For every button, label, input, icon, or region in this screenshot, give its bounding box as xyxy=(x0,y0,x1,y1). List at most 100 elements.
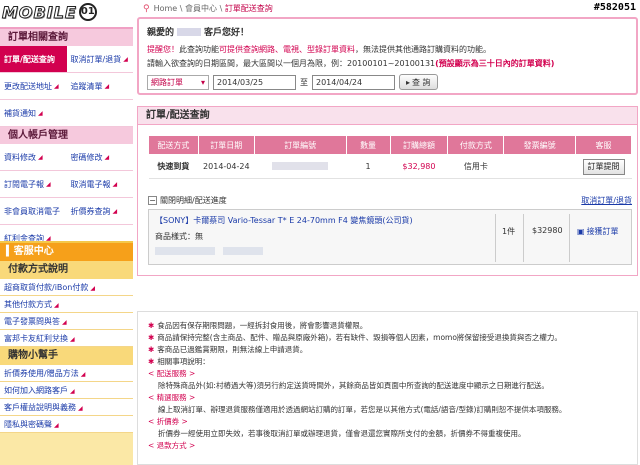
table-header-row: 配送方式 訂單日期 訂單編號 數量 訂購總額 付款方式 發票編號 客服 xyxy=(148,135,632,155)
menu-row: 補貨通知 ◢ xyxy=(0,100,133,127)
date-to-label: 至 xyxy=(300,77,308,87)
arrow-icon: ◢ xyxy=(38,153,43,161)
notice-panel: ✱ 食品因有保存期限問題，一經拆封食用後，將會影響退貨權限。 ✱ 商品請保持完整(含… xyxy=(137,311,638,465)
asterisk-icon: ✱ xyxy=(148,345,155,354)
order-section-title: 訂單相關查詢 xyxy=(0,29,133,46)
arrow-icon: ◢ xyxy=(104,82,110,90)
notice-body: 除特殊商品外(如:村樁過大等)須另行約定送貨時間外，其餘商品皆如頁面中所查詢的配… xyxy=(158,381,549,390)
date-range-note: 請輸入欲查詢的日期區間，最大區間以一個月為限，例：20100101~201001… xyxy=(147,59,555,68)
order-detail: 【SONY】卡爾蔡司 Vario-Tessar T* E 24-70mm F4 … xyxy=(148,209,632,265)
detail-price: $32980 xyxy=(532,226,563,235)
col-ship: 配送方式 xyxy=(148,135,199,155)
breadcrumb-member[interactable]: 會員中心 xyxy=(185,3,217,14)
asterisk-icon: ✱ xyxy=(148,357,155,366)
reminder-note: 提醒您！此查詢功能可提供查詢網路、電視、型錄訂單資料，無法提供其他通路訂購資料的… xyxy=(147,45,491,54)
sidebar-item-change-address[interactable]: 更改配送地址 ◢ xyxy=(0,73,67,99)
sidebar-item-order-tracking[interactable]: 訂單/配送查詢 xyxy=(0,46,67,72)
sidebar-item-change-password[interactable]: 密碼修改 ◢ xyxy=(67,144,134,170)
table-row: 快速到貨 2014-04-24 1 $32,980 信用卡 訂單提問 xyxy=(148,154,632,179)
arrow-icon: ◢ xyxy=(54,422,59,429)
orders-table: 配送方式 訂單日期 訂單編號 數量 訂購總額 付款方式 發票編號 客服 快速到貨… xyxy=(148,135,632,179)
notice-body: 線上取消訂單、辦理退貨服務僅適用於透過網站訂購的訂單，若您是以其他方式(電話/語… xyxy=(158,405,567,414)
sidebar-item-edit-profile[interactable]: 資料修改 ◢ xyxy=(0,144,67,170)
notice-subheading: < 配送服務 > xyxy=(148,369,196,378)
sidebar-item-payment-1[interactable]: 其他付款方式 ◢ xyxy=(0,296,133,313)
col-total: 訂購總額 xyxy=(389,135,449,155)
orders-title: 訂單/配送查詢 xyxy=(138,107,637,125)
sidebar-item-payment-2[interactable]: 電子發票問與答 ◢ xyxy=(0,313,133,330)
col-order-no: 訂單編號 xyxy=(253,135,347,155)
menu-row: 非會員取消電子 折價券查詢 ◢ xyxy=(0,198,133,225)
menu-row: 更改配送地址 ◢ 追蹤清單 ◢ xyxy=(0,73,133,100)
arrow-icon: ◢ xyxy=(70,388,75,395)
order-question-button[interactable]: 訂單提問 xyxy=(582,158,625,175)
mobile01-logo[interactable]: MOBILE 01 xyxy=(2,2,130,22)
arrow-icon: ◢ xyxy=(80,371,86,378)
notice-line: ✱ 相關事項說明： xyxy=(148,357,210,366)
status-icon: ▣ xyxy=(577,227,585,236)
ship-method: 快速到貨 xyxy=(157,162,190,171)
sidebar-item-subscribe-newsletter[interactable]: 訂閱電子報 ◢ xyxy=(0,171,67,197)
redacted-order-no xyxy=(272,161,329,170)
product-link[interactable]: 【SONY】卡爾蔡司 Vario-Tessar T* E 24-70mm F4 … xyxy=(155,215,413,226)
sidebar-item-helper-2[interactable]: 客戶權益說明與義務 ◢ xyxy=(0,399,133,416)
order-date: 2014-04-24 xyxy=(198,154,255,179)
sidebar-item-helper-3[interactable]: 隱私與密碼聲 ◢ xyxy=(0,416,133,433)
breadcrumb: ⚲ Home \ 會員中心 \ 訂單配送查詢 xyxy=(143,3,273,14)
sidebar-item-helper-0[interactable]: 折價券使用/贈品方法 ◢ xyxy=(0,365,133,382)
arrow-icon: ◢ xyxy=(38,109,43,117)
breadcrumb-home[interactable]: Home xyxy=(154,4,178,13)
location-pin-icon: ⚲ xyxy=(143,3,150,14)
asterisk-icon: ✱ xyxy=(148,321,155,330)
query-panel: 親愛的 客戶您好！ 提醒您！此查詢功能可提供查詢網路、電視、型錄訂單資料，無法提供… xyxy=(137,17,638,95)
date-to-input[interactable]: 2014/04/24 xyxy=(312,74,395,90)
arrow-icon: ◢ xyxy=(112,180,118,188)
menu-row: 資料修改 ◢ 密碼修改 ◢ xyxy=(0,144,133,171)
sidebar: MOBILE 01 訂單相關查詢 訂單/配送查詢 取消訂單/退貨 ◢ 更改配送地址… xyxy=(0,0,133,465)
order-type-select[interactable]: 網路訂單 ▾ xyxy=(147,74,209,90)
notice-line: ✱ 食品因有保存期限問題，一經拆封食用後，將會影響退貨權限。 xyxy=(148,321,368,330)
col-date: 訂單日期 xyxy=(197,135,255,155)
cancel-return-link[interactable]: 取消訂單/退貨 xyxy=(581,195,632,206)
sidebar-item-nonmember-unsubscribe[interactable]: 非會員取消電子 xyxy=(0,198,67,224)
sidebar-item-payment-0[interactable]: 超商取貨付款/iBon付款 ◢ xyxy=(0,279,133,296)
arrow-icon: ◢ xyxy=(46,180,51,188)
sidebar-item-helper-1[interactable]: 如何加入網路客戶 ◢ xyxy=(0,382,133,399)
redacted-name xyxy=(177,27,202,36)
payment-method: 信用卡 xyxy=(447,154,504,179)
search-icon: ▸ xyxy=(406,77,411,87)
detail-toggle[interactable]: − 關閉明細/配送進度 xyxy=(148,195,227,206)
chevron-down-icon: ▾ xyxy=(200,77,205,87)
arrow-icon: ◢ xyxy=(123,55,128,63)
sidebar-item-tracking-list[interactable]: 追蹤清單 ◢ xyxy=(67,73,134,99)
col-invoice: 發票編號 xyxy=(503,135,577,155)
date-from-input[interactable]: 2014/03/25 xyxy=(213,74,296,90)
order-status-link[interactable]: ▣ 接獲訂單 xyxy=(577,226,619,237)
asterisk-icon: ✱ xyxy=(148,333,155,342)
menu-row: 訂單/配送查詢 取消訂單/退貨 ◢ xyxy=(0,46,133,73)
arrow-icon: ◢ xyxy=(78,405,83,412)
orders-panel: 訂單/配送查詢 配送方式 訂單日期 訂單編號 數量 訂購總額 付款方式 發票編號… xyxy=(137,106,638,276)
sidebar-item-unsubscribe-newsletter[interactable]: 取消電子報 ◢ xyxy=(67,171,134,197)
account-section-title: 個人帳戶管理 xyxy=(0,127,133,144)
sidebar-item-payment-3[interactable]: 富邦卡友紅利兌換 ◢ xyxy=(0,330,133,347)
service-center-title: ▍客服中心 xyxy=(0,243,133,261)
breadcrumb-current: 訂單配送查詢 xyxy=(224,4,273,13)
arrow-icon: ◢ xyxy=(112,207,118,215)
arrow-icon: ◢ xyxy=(62,319,67,326)
query-form: 網路訂單 ▾ 2014/03/25 至 2014/04/24 ▸ 查 詢 xyxy=(147,74,628,90)
product-spec: 商品樣式：無 xyxy=(155,232,203,241)
payment-section-title: 付款方式說明 xyxy=(0,261,133,279)
arrow-icon: ◢ xyxy=(70,336,75,343)
notice-line: ✱ 商品請保持完整(含主商品、配件、贈品與原廠外箱)，若有缺件、毀損等個人因素，m… xyxy=(148,333,562,342)
notice-subheading: < 退款方式 > xyxy=(148,441,196,450)
sidebar-item-restock-notice[interactable]: 補貨通知 ◢ xyxy=(0,100,133,126)
ticket-number: #582051 xyxy=(593,2,636,13)
sidebar-item-coupon-query[interactable]: 折價券查詢 ◢ xyxy=(67,198,134,224)
helper-section-title: 購物小幫手 xyxy=(0,347,133,365)
query-button[interactable]: ▸ 查 詢 xyxy=(399,74,438,90)
menu-row: 訂閱電子報 ◢ 取消電子報 ◢ xyxy=(0,171,133,198)
order-total: $32,980 xyxy=(402,162,436,171)
sidebar-item-cancel-order[interactable]: 取消訂單/退貨 ◢ xyxy=(67,46,134,72)
col-qty: 數量 xyxy=(345,135,391,155)
